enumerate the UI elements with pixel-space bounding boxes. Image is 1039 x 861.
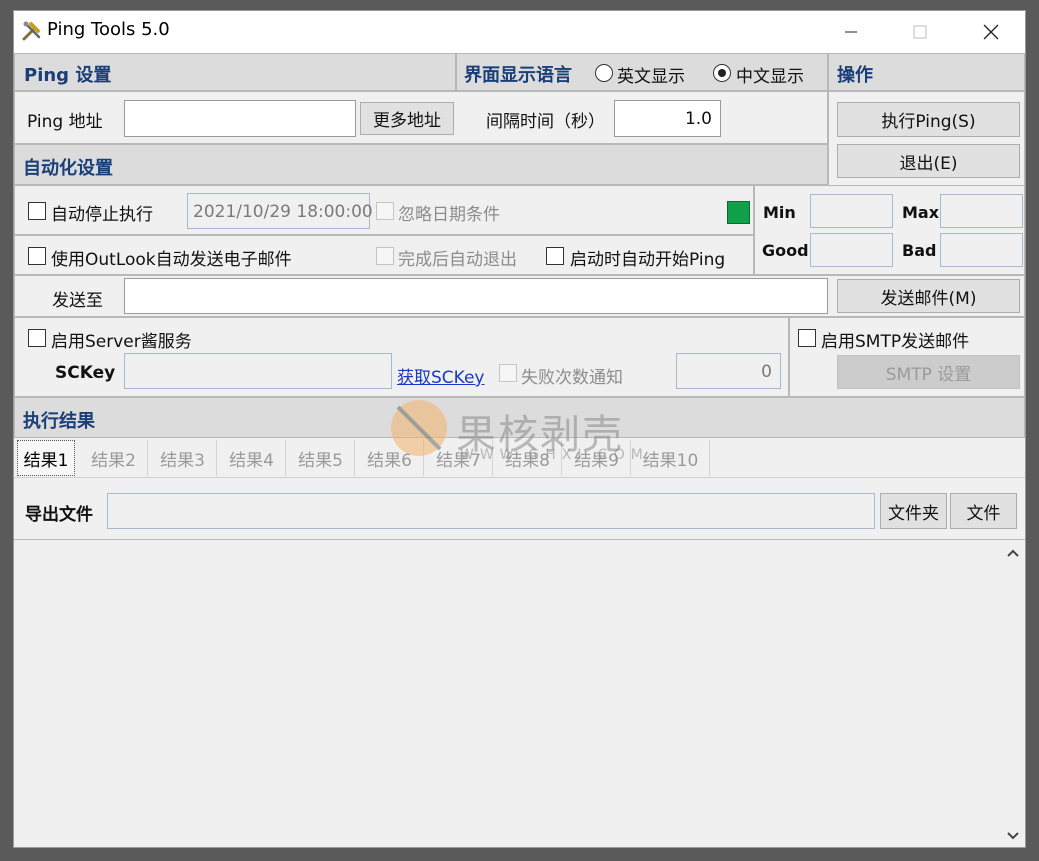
stop-datetime-input[interactable]: 2021/10/29 18:00:00 — [187, 193, 373, 229]
auto-start-checkbox[interactable] — [546, 247, 564, 265]
tab-result-2[interactable]: 结果2 — [80, 440, 148, 476]
ignore-date-checkbox[interactable] — [376, 202, 394, 220]
ping-address-label: Ping 地址 — [27, 112, 103, 132]
vertical-scrollbar[interactable] — [1002, 540, 1024, 847]
title-bar[interactable]: Ping Tools 5.0 — [14, 11, 1025, 53]
watermark-url: WWW.GHXI.COM — [460, 447, 649, 463]
export-path-input[interactable] — [107, 493, 875, 529]
results-output-area[interactable] — [14, 540, 1025, 847]
server-chan-panel: 启用Server酱服务 SCKey 获取SCKey 失败次数通知 0 — [14, 317, 789, 397]
exit-button[interactable]: 退出(E) — [837, 144, 1020, 178]
radio-chinese-label[interactable]: 中文显示 — [736, 62, 804, 87]
smtp-label[interactable]: 启用SMTP发送邮件 — [821, 327, 969, 352]
ignore-date-label[interactable]: 忽略日期条件 — [398, 200, 500, 225]
outlook-panel: 使用OutLook自动发送电子邮件 完成后自动退出 启动时自动开始Ping — [14, 235, 754, 275]
operations-title: 操作 — [837, 65, 873, 86]
language-title: 界面显示语言 — [464, 65, 572, 86]
interval-input[interactable]: 1.0 — [614, 100, 721, 137]
min-label: Min — [763, 203, 796, 222]
outlook-email-label[interactable]: 使用OutLook自动发送电子邮件 — [51, 245, 292, 270]
max-label: Max — [902, 203, 940, 222]
operations-panel: 执行Ping(S) 退出(E) — [828, 91, 1025, 186]
watermark-logo — [388, 397, 450, 459]
auto-stop-panel: 自动停止执行 2021/10/29 18:00:00 忽略日期条件 — [14, 185, 754, 235]
auto-stop-label[interactable]: 自动停止执行 — [51, 200, 153, 225]
fail-notify-checkbox[interactable] — [499, 364, 517, 382]
language-header: 界面显示语言 英文显示 中文显示 — [456, 53, 828, 91]
interval-value: 1.0 — [684, 109, 712, 129]
ping-settings-panel: Ping 地址 更多地址 间隔时间（秒） 1.0 — [14, 91, 828, 144]
scroll-down-icon[interactable] — [1006, 829, 1020, 845]
ping-address-input[interactable] — [124, 100, 356, 137]
app-window: Ping Tools 5.0 Ping 设置 界面显示语言 英文显示 中文显示 … — [13, 10, 1026, 848]
automation-title: 自动化设置 — [23, 158, 113, 179]
tab-result-1[interactable]: 结果1 — [17, 440, 75, 476]
ping-settings-title: Ping 设置 — [24, 65, 112, 86]
tab-result-5[interactable]: 结果5 — [287, 440, 355, 476]
operations-header: 操作 — [828, 53, 1025, 91]
export-row: 导出文件 文件夹 文件 — [14, 478, 1025, 540]
ping-settings-header: Ping 设置 — [14, 53, 456, 91]
export-file-label: 导出文件 — [25, 505, 93, 525]
bad-value-field — [940, 233, 1023, 267]
tab-result-4[interactable]: 结果4 — [218, 440, 286, 476]
tab-result-3[interactable]: 结果3 — [149, 440, 217, 476]
folder-button[interactable]: 文件夹 — [880, 493, 947, 529]
status-indicator — [727, 201, 750, 224]
good-value-field — [810, 233, 893, 267]
radio-english-label[interactable]: 英文显示 — [617, 62, 685, 87]
smtp-settings-button[interactable]: SMTP 设置 — [837, 355, 1020, 389]
bad-label: Bad — [902, 241, 937, 260]
server-chan-checkbox[interactable] — [28, 329, 46, 347]
sckey-input[interactable] — [124, 353, 392, 389]
more-addresses-button[interactable]: 更多地址 — [360, 102, 454, 135]
maximize-button[interactable] — [897, 11, 943, 53]
automation-header: 自动化设置 — [14, 144, 828, 185]
min-value-field — [810, 194, 893, 228]
auto-stop-checkbox[interactable] — [28, 202, 46, 220]
interval-label: 间隔时间（秒） — [486, 112, 605, 132]
app-icon — [21, 20, 43, 42]
server-chan-label[interactable]: 启用Server酱服务 — [51, 327, 192, 352]
get-sckey-link[interactable]: 获取SCKey — [397, 363, 484, 388]
fail-count-input[interactable]: 0 — [676, 353, 781, 389]
max-value-field — [940, 194, 1023, 228]
minimize-button[interactable] — [828, 11, 874, 53]
smtp-checkbox[interactable] — [798, 329, 816, 347]
send-to-panel: 发送至 发送邮件(M) — [14, 275, 1025, 317]
auto-start-label[interactable]: 启动时自动开始Ping — [570, 245, 725, 270]
close-button[interactable] — [968, 11, 1014, 53]
window-title: Ping Tools 5.0 — [47, 19, 170, 40]
auto-exit-checkbox[interactable] — [376, 247, 394, 265]
results-title: 执行结果 — [23, 411, 95, 432]
sckey-label: SCKey — [55, 363, 116, 383]
stats-panel: Min Max Good Bad — [754, 185, 1025, 275]
send-mail-button[interactable]: 发送邮件(M) — [837, 279, 1020, 313]
auto-exit-label[interactable]: 完成后自动退出 — [398, 245, 517, 270]
run-ping-button[interactable]: 执行Ping(S) — [837, 102, 1020, 137]
file-button[interactable]: 文件 — [950, 493, 1017, 529]
fail-notify-label[interactable]: 失败次数通知 — [521, 363, 623, 388]
radio-chinese[interactable] — [713, 64, 731, 82]
radio-selected-dot — [718, 69, 726, 77]
fail-count-value: 0 — [761, 362, 772, 382]
scroll-up-icon[interactable] — [1006, 546, 1020, 562]
send-to-label: 发送至 — [52, 291, 103, 311]
good-label: Good — [762, 241, 809, 260]
stop-datetime-value: 2021/10/29 18:00:00 — [193, 202, 373, 222]
send-to-input[interactable] — [124, 278, 828, 314]
outlook-email-checkbox[interactable] — [28, 247, 46, 265]
radio-english[interactable] — [595, 64, 613, 82]
smtp-panel: 启用SMTP发送邮件 SMTP 设置 — [789, 317, 1025, 397]
